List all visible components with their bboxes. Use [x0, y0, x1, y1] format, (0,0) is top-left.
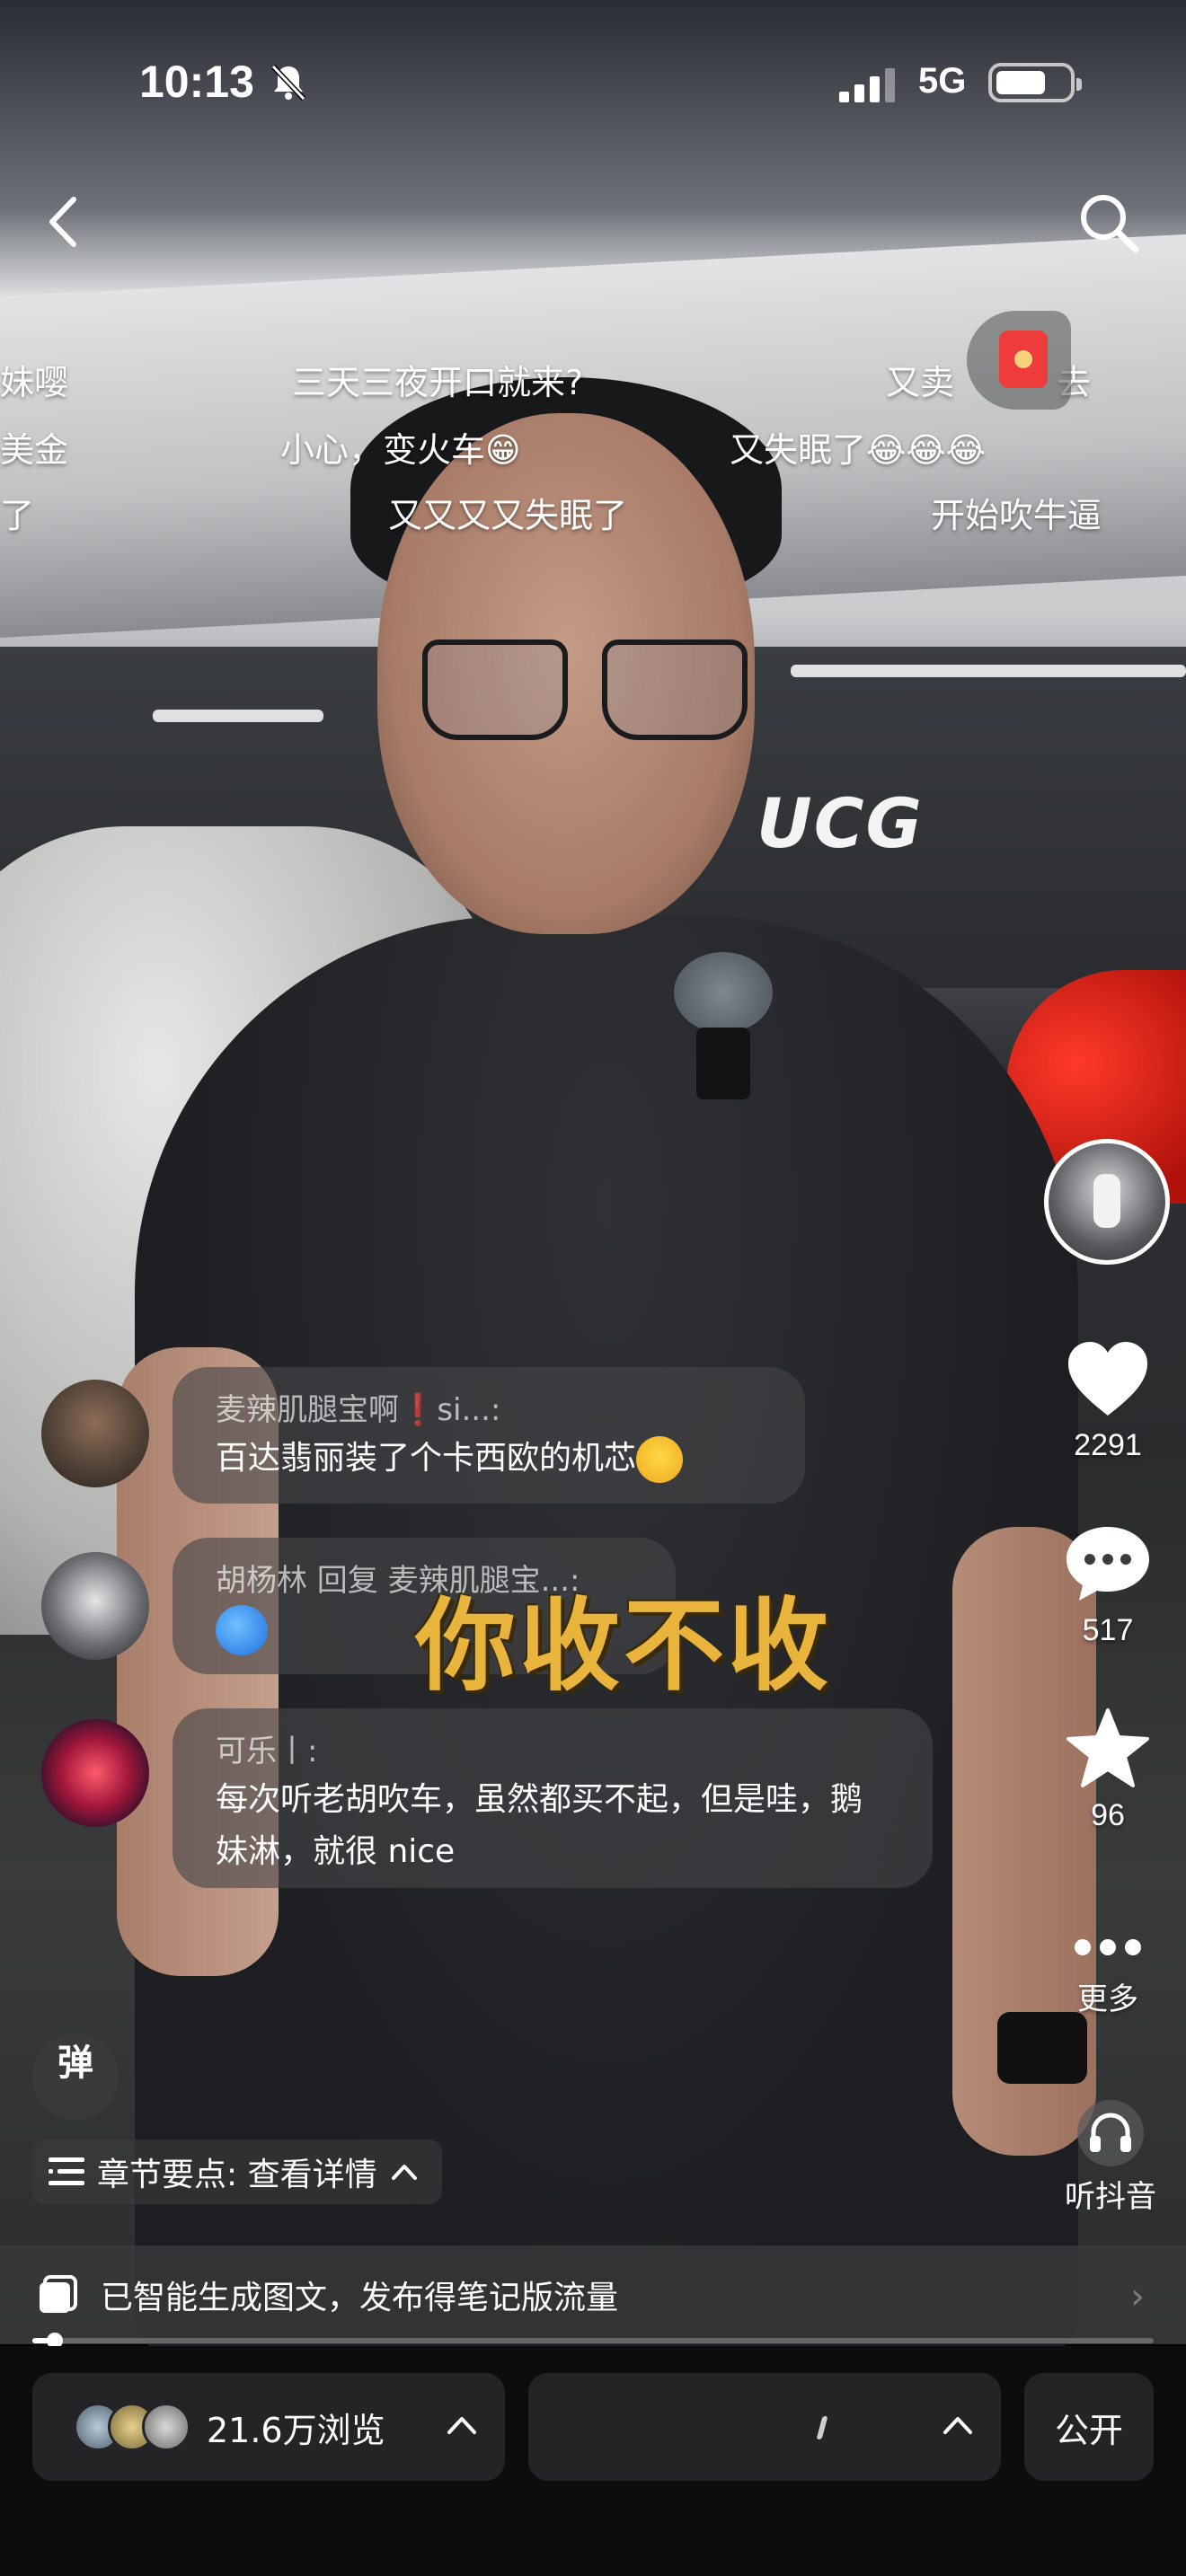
search-icon[interactable] — [1075, 189, 1143, 257]
commenter-avatar[interactable] — [41, 1719, 149, 1827]
commenter-avatar[interactable] — [41, 1552, 149, 1660]
smart-notes-text: 已智能生成图文，发布得笔记版流量 — [101, 2280, 619, 2316]
comment-author: 麦辣肌腿宝啊❗si...: — [216, 1392, 501, 1428]
comment-bubble[interactable]: 麦辣肌腿宝啊❗si...: 百达翡丽装了个卡西欧的机芯 — [173, 1367, 805, 1504]
chevron-up-icon — [447, 2417, 476, 2434]
more-button[interactable]: 更多 — [1056, 1929, 1160, 2018]
viewer-avatars — [74, 2403, 190, 2451]
comment-text: 百达翡丽装了个卡西欧的机芯 — [216, 1433, 762, 1485]
more-dots-icon — [1075, 1939, 1141, 1955]
video-subtitle: 你收不收 — [415, 1588, 832, 1705]
danmaku-item: 又失眠了😂😂😂 — [730, 430, 987, 470]
comment-bubble[interactable]: 可乐丨: 每次听老胡吹车，虽然都买不起，但是哇，鹅妹淋，就很 nice — [173, 1708, 933, 1888]
notes-icon — [36, 2273, 79, 2316]
danmaku-item: 妹嘤 — [0, 363, 69, 402]
list-icon — [49, 2157, 84, 2185]
danmaku-toggle-button[interactable]: 弹 — [32, 2033, 119, 2120]
views-button[interactable]: 21.6万浏览 — [32, 2373, 505, 2481]
bell-muted-icon — [270, 64, 306, 101]
chevron-up-icon — [391, 2165, 417, 2180]
video-progress-bar[interactable] — [32, 2333, 1154, 2349]
danmaku-item: 又又又又失眠了 — [388, 496, 628, 535]
comment-author: 可乐丨: — [216, 1734, 318, 1769]
danmaku-item: 了 — [0, 496, 35, 535]
chapter-points-button[interactable]: 章节要点: 查看详情 — [32, 2139, 442, 2204]
listen-douyin-button[interactable]: 听抖音 — [1048, 2100, 1173, 2216]
screen: UCG 10:13 5G 妹嘤 三天三夜开口就来? 又卖 去 美金 小心，变火车… — [0, 0, 1186, 2576]
danmaku-item: 美金 — [0, 430, 69, 470]
back-arrow-icon[interactable] — [40, 190, 93, 253]
favorite-button[interactable]: 96 — [1056, 1707, 1160, 1833]
commenter-avatar[interactable] — [41, 1380, 149, 1487]
danmaku-item: 小心，变火车😁 — [280, 430, 521, 470]
middle-panel-button[interactable] — [528, 2373, 1001, 2481]
crying-face-icon — [636, 1436, 684, 1483]
chapter-label: 章节要点: 查看详情 — [97, 2157, 377, 2193]
video-watch — [997, 2012, 1087, 2084]
more-label: 更多 — [1077, 1982, 1138, 2016]
danmaku-item: 开始吹牛逼 — [931, 496, 1102, 535]
danmaku-item: 三天三夜开口就来? — [292, 363, 584, 402]
comment-button[interactable]: 517 — [1056, 1523, 1160, 1648]
favorite-count: 96 — [1091, 1798, 1125, 1832]
red-envelope-icon — [999, 331, 1048, 388]
like-button[interactable]: 2291 — [1056, 1338, 1160, 1463]
video-light — [791, 665, 1186, 677]
chevron-right-icon: › — [1130, 2276, 1145, 2317]
chevron-up-icon — [943, 2417, 972, 2434]
comment-bubble-icon — [1067, 1527, 1149, 1601]
author-avatar[interactable] — [1044, 1139, 1170, 1265]
signal-icon — [839, 68, 895, 102]
video-sign: UCG — [757, 783, 924, 863]
comment-count: 517 — [1082, 1613, 1134, 1647]
like-count: 2291 — [1074, 1428, 1142, 1462]
video-glasses — [422, 640, 755, 740]
status-bar: 10:13 5G — [0, 56, 1186, 119]
viewer-avatar — [142, 2403, 190, 2451]
views-count: 21.6万浏览 — [207, 2410, 385, 2450]
video-light — [153, 710, 323, 722]
listen-label: 听抖音 — [1065, 2179, 1156, 2215]
comment-text: 每次听老胡吹车，虽然都买不起，但是哇，鹅妹淋，就很 nice — [216, 1781, 863, 1870]
network-label: 5G — [918, 61, 967, 101]
video-microphone — [674, 952, 773, 1099]
loading-indicator — [816, 2416, 828, 2439]
public-visibility-button[interactable]: 公开 — [1024, 2373, 1154, 2481]
battery-icon — [988, 63, 1082, 102]
red-packet-button[interactable] — [967, 311, 1071, 410]
headphones-icon — [1077, 2100, 1144, 2166]
emoji-sticker-icon — [216, 1605, 268, 1655]
danmaku-item: 又卖 — [886, 363, 955, 402]
smart-notes-banner[interactable]: 已智能生成图文，发布得笔记版流量 › — [0, 2245, 1186, 2344]
status-time: 10:13 — [139, 57, 254, 107]
heart-icon — [1068, 1342, 1147, 1416]
star-icon — [1067, 1708, 1149, 1787]
